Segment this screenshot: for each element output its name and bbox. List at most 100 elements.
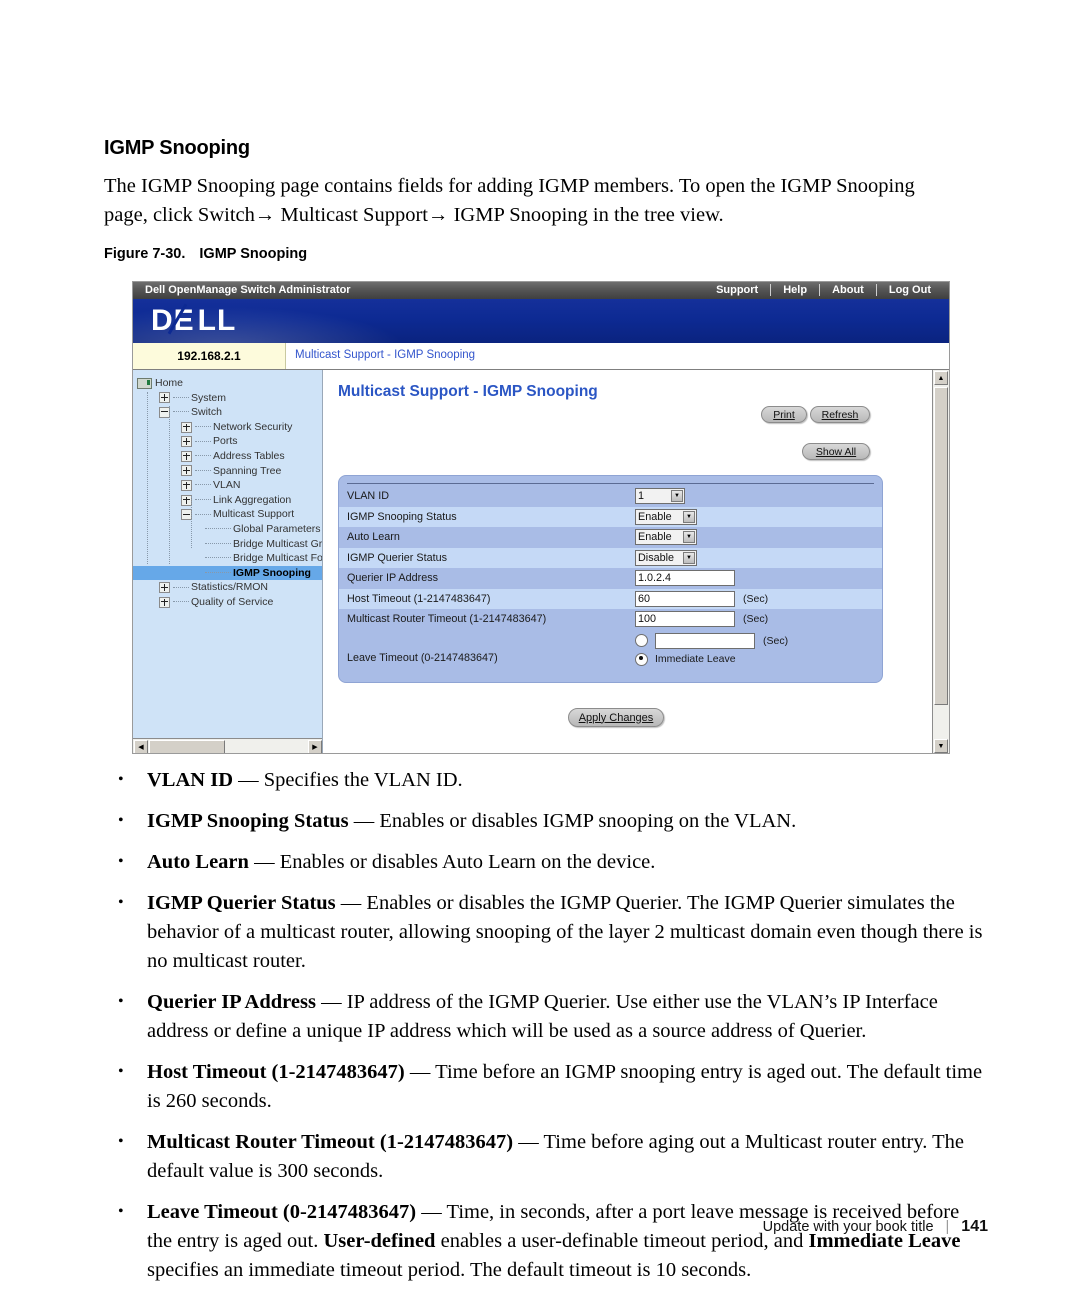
support-link[interactable]: Support xyxy=(704,284,770,296)
about-link[interactable]: About xyxy=(820,284,876,296)
field-description: — Enables or disables IGMP snooping on t… xyxy=(348,810,797,832)
scroll-left-arrow-icon[interactable]: ◀ xyxy=(134,740,148,753)
scroll-down-arrow-icon[interactable]: ▼ xyxy=(934,739,948,753)
app-titlebar: Dell OpenManage Switch Administrator Sup… xyxy=(133,282,949,299)
print-button[interactable]: Print xyxy=(761,406,807,423)
navigation-tree: Home System Switch Network Security Ports Add… xyxy=(133,370,322,610)
select-igmp-snooping-status[interactable]: Enable xyxy=(635,508,697,525)
content-vertical-scrollbar[interactable]: ▲ ▼ xyxy=(932,370,949,753)
footer-separator: | xyxy=(945,1219,950,1235)
immediate-leave-label: Immediate Leave xyxy=(655,653,736,665)
navigation-tree-panel: Home System Switch Network Security Ports Add… xyxy=(133,370,323,753)
tree-connector xyxy=(173,601,189,603)
field-description: — Enables or disables Auto Learn on the … xyxy=(248,851,656,873)
tree-item-system[interactable]: System xyxy=(133,391,322,406)
expand-icon[interactable] xyxy=(159,596,170,608)
form-row-host-timeout-1-2147483647: Host Timeout (1-2147483647) (Sec) xyxy=(339,588,882,609)
select-wrapper: Disable ▼ xyxy=(635,549,697,566)
select-wrapper: 1 ▼ xyxy=(635,488,685,505)
expand-icon[interactable] xyxy=(159,392,170,404)
ip-breadcrumb-row: 192.168.2.1 Multicast Support - IGMP Sno… xyxy=(133,343,949,370)
tree-connector xyxy=(205,572,231,574)
field-term: IGMP Snooping Status xyxy=(147,810,349,832)
field-term: Querier IP Address xyxy=(147,991,316,1013)
scroll-right-arrow-icon[interactable]: ▶ xyxy=(308,740,322,753)
field-description-secondary: enables a user-definable timeout period,… xyxy=(435,1230,809,1252)
input-host-timeout-1-2147483647[interactable] xyxy=(635,590,735,607)
field-term: Auto Learn xyxy=(147,851,249,873)
device-ip-tab[interactable]: 192.168.2.1 xyxy=(133,343,286,369)
select-auto-learn[interactable]: Enable xyxy=(635,529,697,546)
figure-number: Figure 7-30. xyxy=(104,246,186,262)
page-title: IGMP Snooping xyxy=(104,137,250,159)
content-scroll-thumb[interactable] xyxy=(934,387,948,705)
tree-item-label: Multicast Support xyxy=(213,508,295,521)
logout-link[interactable]: Log Out xyxy=(877,284,943,296)
help-link[interactable]: Help xyxy=(771,284,819,296)
expand-icon[interactable] xyxy=(159,582,170,594)
form-top-rule xyxy=(347,483,874,484)
select-vlan-id[interactable]: 1 xyxy=(635,488,685,505)
form-row-auto-learn: Auto Learn Enable ▼ xyxy=(339,527,882,548)
field-description-item: IGMP Snooping Status — Enables or disabl… xyxy=(104,806,984,836)
expand-icon[interactable] xyxy=(181,421,192,433)
expand-icon[interactable] xyxy=(181,436,192,448)
input-multicast-router-timeout-1-2147483647[interactable] xyxy=(635,611,735,628)
tree-item-label: IGMP Snooping xyxy=(233,566,311,579)
field-description-tertiary: specifies an immediate timeout period. T… xyxy=(147,1259,752,1281)
footer-book-title: Update with your book title xyxy=(762,1219,934,1235)
tree-item-link-aggregation[interactable]: Link Aggregation xyxy=(133,493,322,508)
tree-item-spanning-tree[interactable]: Spanning Tree xyxy=(133,464,322,479)
dell-logo: DE LL xyxy=(151,303,236,337)
tree-item-statistics-rmon[interactable]: Statistics/RMON xyxy=(133,580,322,595)
tree-item-multicast-support[interactable]: Multicast Support xyxy=(133,507,322,522)
tree-connector xyxy=(195,499,211,501)
input-querier-ip-address[interactable] xyxy=(635,570,735,587)
user-defined-radio[interactable] xyxy=(635,634,648,647)
tree-horizontal-scrollbar[interactable]: ◀ ▶ xyxy=(133,738,322,753)
field-description-item: Querier IP Address — IP address of the I… xyxy=(104,987,984,1046)
tree-item-ports[interactable]: Ports xyxy=(133,434,322,449)
form-row-vlan-id: VLAN ID 1 ▼ xyxy=(339,486,882,507)
intro-text: The IGMP Snooping page contains fields f… xyxy=(104,175,915,226)
tree-item-global-parameters[interactable]: Global Parameters xyxy=(133,522,322,537)
select-igmp-querier-status[interactable]: Disable xyxy=(635,549,697,566)
refresh-button[interactable]: Refresh xyxy=(810,406,870,423)
expand-icon[interactable] xyxy=(181,450,192,462)
tree-item-quality-of-service[interactable]: Quality of Service xyxy=(133,595,322,610)
unit-host-timeout-1-2147483647: (Sec) xyxy=(743,592,769,605)
show-all-button[interactable]: Show All xyxy=(802,443,870,460)
label-igmp-snooping-status: IGMP Snooping Status xyxy=(347,510,457,523)
figure-title: IGMP Snooping xyxy=(199,246,308,262)
tree-connector xyxy=(195,469,211,472)
screenshot-frame: Dell OpenManage Switch Administrator Sup… xyxy=(132,281,950,754)
app-body: Home System Switch Network Security Ports Add… xyxy=(133,370,949,753)
tree-item-network-security[interactable]: Network Security xyxy=(133,420,322,435)
tree-item-vlan[interactable]: VLAN xyxy=(133,478,322,493)
scroll-up-arrow-icon[interactable]: ▲ xyxy=(934,371,948,385)
form-row-multicast-router-timeout-1-2147483647: Multicast Router Timeout (1-2147483647) (… xyxy=(339,609,882,630)
expand-icon[interactable] xyxy=(181,465,192,477)
tree-connector xyxy=(195,455,211,457)
tree-item-address-tables[interactable]: Address Tables xyxy=(133,449,322,464)
tree-item-switch[interactable]: Switch xyxy=(133,405,322,420)
expand-icon[interactable] xyxy=(181,479,192,491)
tree-scroll-thumb[interactable] xyxy=(149,740,225,753)
apply-changes-button[interactable]: Apply Changes xyxy=(568,708,664,727)
tree-item-home[interactable]: Home xyxy=(133,376,322,391)
tree-item-label: Bridge Multicast Fo xyxy=(233,552,323,565)
field-term: Leave Timeout (0-2147483647) xyxy=(147,1201,417,1223)
tree-connector xyxy=(195,426,211,428)
tree-item-label: Statistics/RMON xyxy=(191,581,269,594)
tree-item-bridge-multicast-gr[interactable]: Bridge Multicast Gr xyxy=(133,537,322,552)
immediate-leave-radio[interactable] xyxy=(635,652,648,666)
leave-timeout-input[interactable] xyxy=(655,632,755,649)
field-description: — Specifies the VLAN ID. xyxy=(233,769,463,791)
field-description-item: Host Timeout (1-2147483647) — Time befor… xyxy=(104,1057,984,1116)
tree-item-label: Spanning Tree xyxy=(213,464,282,477)
tree-item-igmp-snooping[interactable]: IGMP Snooping xyxy=(133,565,322,581)
field-term-secondary: User-defined xyxy=(323,1230,436,1252)
tree-item-bridge-multicast-fo[interactable]: Bridge Multicast Fo xyxy=(133,551,322,566)
tree-item-label: Network Security xyxy=(213,420,293,433)
leave-timeout-row: Leave Timeout (0-2147483647) (Sec) Immed… xyxy=(339,630,882,672)
